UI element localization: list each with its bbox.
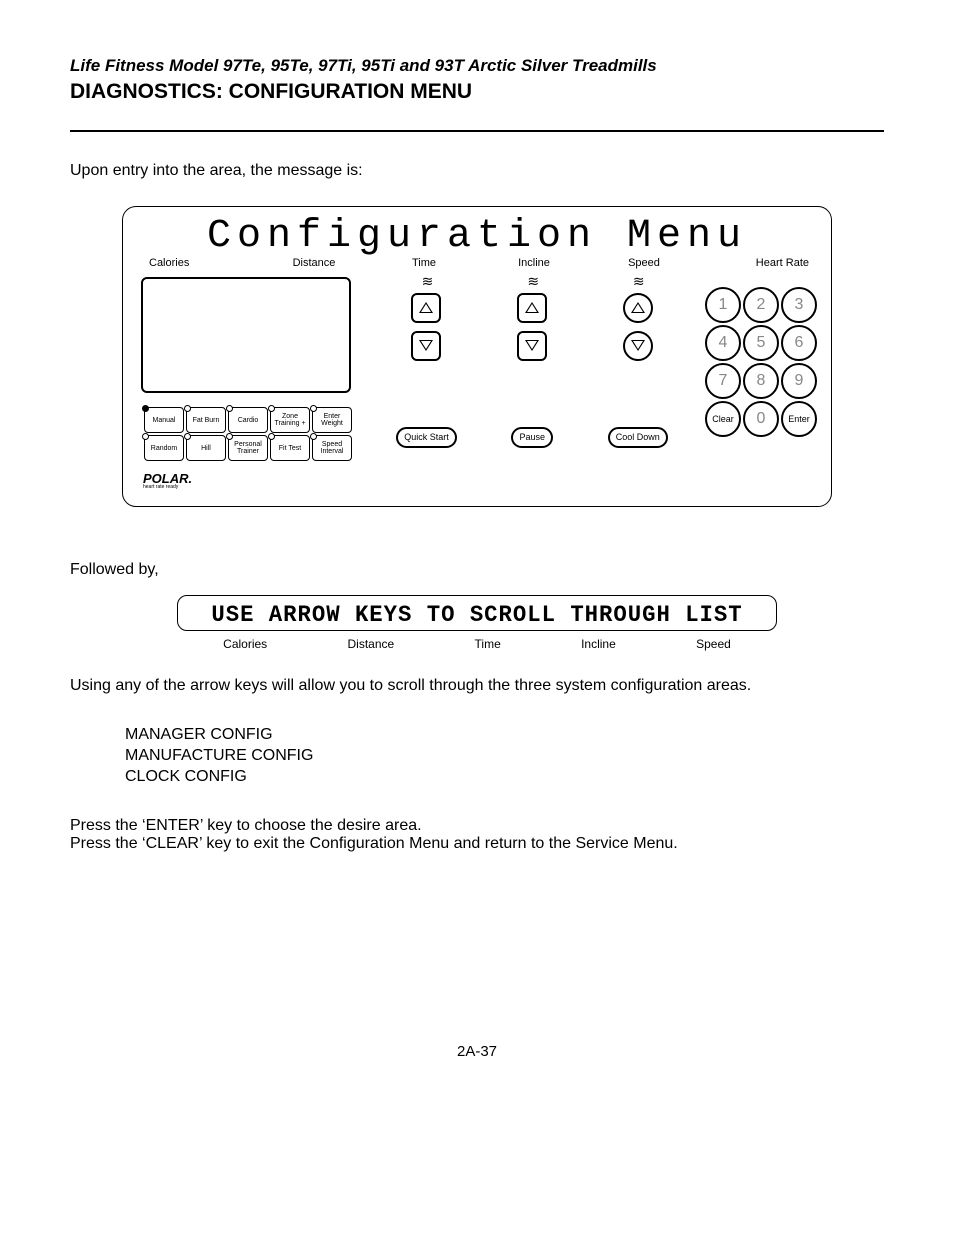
incline-controls: ≋ Pause [511, 279, 553, 490]
key-9[interactable]: 9 [781, 363, 817, 399]
lcd-message: USE ARROW KEYS TO SCROLL THROUGH LIST [191, 602, 763, 628]
config-clock: CLOCK CONFIG [125, 767, 884, 788]
lcd-label-incline: Incline [581, 637, 616, 651]
time-controls: ≋ Quick Start [396, 279, 457, 490]
model-line: Life Fitness Model 97Te, 95Te, 97Ti, 95T… [70, 56, 884, 76]
numeric-keypad: 1 2 3 4 5 6 7 8 9 Clear 0 Enter [705, 287, 817, 490]
config-manufacture: MANUFACTURE CONFIG [125, 746, 884, 767]
console-diagram: Configuration Menu Calories Distance Tim… [122, 206, 832, 507]
pause-button[interactable]: Pause [511, 427, 553, 448]
divider [70, 130, 884, 132]
lcd-label-speed: Speed [696, 637, 731, 651]
waves-icon: ≋ [527, 279, 537, 285]
program-speed-interval[interactable]: Speed Interval [312, 435, 352, 461]
program-personal-trainer[interactable]: Personal Trainer [228, 435, 268, 461]
lcd-label-calories: Calories [223, 637, 267, 651]
program-random[interactable]: Random [144, 435, 184, 461]
incline-down-button[interactable] [517, 331, 547, 361]
key-1[interactable]: 1 [705, 287, 741, 323]
console-display: Configuration Menu [137, 217, 817, 257]
key-0[interactable]: 0 [743, 401, 779, 437]
program-button-grid: Manual Fat Burn Cardio Zone Training + E… [137, 407, 359, 461]
press-enter-text: Press the ‘ENTER’ key to choose the desi… [70, 817, 884, 835]
intro-text: Upon entry into the area, the message is… [70, 162, 884, 180]
config-areas-list: MANAGER CONFIG MANUFACTURE CONFIG CLOCK … [125, 725, 884, 787]
speed-up-button[interactable] [623, 293, 653, 323]
key-8[interactable]: 8 [743, 363, 779, 399]
key-clear[interactable]: Clear [705, 401, 741, 437]
key-5[interactable]: 5 [743, 325, 779, 361]
key-6[interactable]: 6 [781, 325, 817, 361]
incline-up-button[interactable] [517, 293, 547, 323]
console-column-labels: Calories Distance Time Incline Speed Hea… [137, 257, 817, 269]
key-7[interactable]: 7 [705, 363, 741, 399]
section-title: DIAGNOSTICS: CONFIGURATION MENU [70, 80, 884, 104]
followed-by-text: Followed by, [70, 561, 884, 579]
lcd-label-time: Time [475, 637, 501, 651]
console-left-cluster: Manual Fat Burn Cardio Zone Training + E… [137, 275, 359, 490]
program-cardio[interactable]: Cardio [228, 407, 268, 433]
key-2[interactable]: 2 [743, 287, 779, 323]
press-clear-text: Press the ‘CLEAR’ key to exit the Config… [70, 835, 884, 853]
label-distance: Distance [259, 257, 369, 269]
lcd-strip: USE ARROW KEYS TO SCROLL THROUGH LIST Ca… [177, 595, 777, 651]
config-manager: MANAGER CONFIG [125, 725, 884, 746]
program-fit-test[interactable]: Fit Test [270, 435, 310, 461]
program-fat-burn[interactable]: Fat Burn [186, 407, 226, 433]
polar-logo: POLAR. heart rate ready [143, 471, 359, 490]
lcd-screen-box [141, 277, 351, 393]
program-zone-training[interactable]: Zone Training + [270, 407, 310, 433]
key-4[interactable]: 4 [705, 325, 741, 361]
speed-down-button[interactable] [623, 331, 653, 361]
page-number: 2A-37 [70, 1043, 884, 1060]
label-time: Time [369, 257, 479, 269]
speed-controls: ≋ Cool Down [608, 279, 668, 490]
label-calories: Calories [149, 257, 259, 269]
waves-icon: ≋ [633, 279, 643, 285]
program-manual[interactable]: Manual [144, 407, 184, 433]
scroll-instructions: Using any of the arrow keys will allow y… [70, 677, 884, 695]
key-enter[interactable]: Enter [781, 401, 817, 437]
program-hill[interactable]: Hill [186, 435, 226, 461]
lcd-label-distance: Distance [348, 637, 395, 651]
time-down-button[interactable] [411, 331, 441, 361]
label-incline: Incline [479, 257, 589, 269]
time-up-button[interactable] [411, 293, 441, 323]
program-enter-weight[interactable]: Enter Weight [312, 407, 352, 433]
quick-start-button[interactable]: Quick Start [396, 427, 457, 448]
cool-down-button[interactable]: Cool Down [608, 427, 668, 448]
label-heart-rate: Heart Rate [699, 257, 813, 269]
waves-icon: ≋ [422, 279, 432, 285]
key-3[interactable]: 3 [781, 287, 817, 323]
label-speed: Speed [589, 257, 699, 269]
